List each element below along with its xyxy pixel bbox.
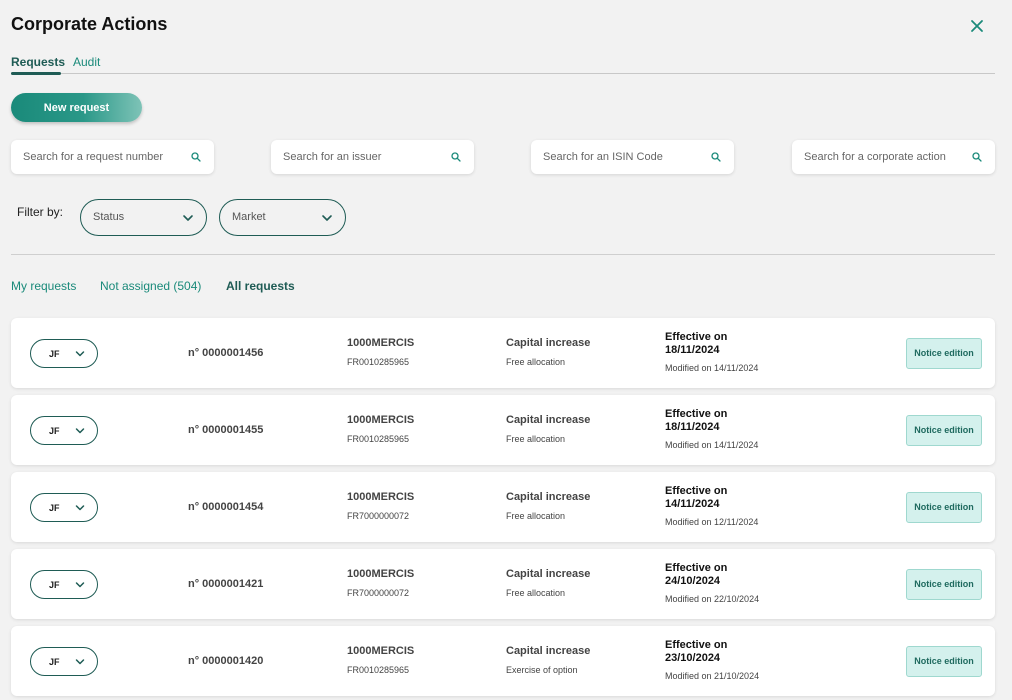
assignee-initials: JF xyxy=(49,580,60,590)
issuer-name: 1000MERCIS xyxy=(347,568,415,580)
subtab-my-requests[interactable]: My requests xyxy=(11,279,76,293)
isin-code: FR7000000072 xyxy=(347,588,410,598)
search-icon[interactable] xyxy=(972,152,982,162)
tab-bar: Requests Audit xyxy=(11,55,995,75)
issuer-name: 1000MERCIS xyxy=(347,337,415,349)
status-badge: Notice edition xyxy=(906,569,982,600)
assignee-select[interactable]: JF xyxy=(30,493,98,522)
effective-label: Effective on xyxy=(665,485,728,497)
status-filter-value: Status xyxy=(93,211,125,223)
page-title: Corporate Actions xyxy=(11,14,168,34)
divider xyxy=(11,254,995,255)
subtab-not-assigned[interactable]: Not assigned (504) xyxy=(100,279,201,293)
assignee-initials: JF xyxy=(49,503,60,513)
request-number: n° 0000001456 xyxy=(188,347,264,359)
issuer-name: 1000MERCIS xyxy=(347,491,415,503)
effective-label: Effective on xyxy=(665,408,728,420)
new-request-button[interactable]: New request xyxy=(11,93,142,122)
isin-code: FR0010285965 xyxy=(347,357,410,367)
request-row[interactable]: JF n° 0000001421 1000MERCIS FR7000000072… xyxy=(11,549,995,619)
chevron-down-icon xyxy=(75,351,85,357)
search-icon[interactable] xyxy=(451,152,461,162)
chevron-down-icon xyxy=(75,428,85,434)
chevron-down-icon xyxy=(75,659,85,665)
market-filter-value: Market xyxy=(232,211,266,223)
market-filter-select[interactable]: Market xyxy=(219,199,346,236)
action-subtype: Free allocation xyxy=(506,434,566,444)
request-row[interactable]: JF n° 0000001420 1000MERCIS FR0010285965… xyxy=(11,626,995,696)
corporate-action-search-input[interactable] xyxy=(792,140,962,174)
assignee-initials: JF xyxy=(49,349,60,359)
status-badge: Notice edition xyxy=(906,415,982,446)
action-type: Capital increase xyxy=(506,568,591,580)
isin-search xyxy=(531,140,734,174)
request-number: n° 0000001455 xyxy=(188,424,264,436)
request-number-search xyxy=(11,140,214,174)
action-subtype: Free allocation xyxy=(506,357,566,367)
corporate-action-search xyxy=(792,140,995,174)
assignee-select[interactable]: JF xyxy=(30,647,98,676)
effective-label: Effective on xyxy=(665,331,728,343)
chevron-down-icon xyxy=(75,505,85,511)
request-number-search-input[interactable] xyxy=(11,140,181,174)
assignee-select[interactable]: JF xyxy=(30,339,98,368)
action-type: Capital increase xyxy=(506,491,591,503)
modified-date: Modified on 21/10/2024 xyxy=(665,671,760,681)
issuer-search xyxy=(271,140,474,174)
request-number: n° 0000001421 xyxy=(188,578,264,590)
status-filter-select[interactable]: Status xyxy=(80,199,207,236)
filter-label: Filter by: xyxy=(17,205,64,219)
close-icon xyxy=(971,20,983,32)
chevron-down-icon xyxy=(183,215,193,221)
active-tab-indicator xyxy=(11,72,61,75)
modified-date: Modified on 14/11/2024 xyxy=(665,440,759,450)
status-badge: Notice edition xyxy=(906,646,982,677)
action-type: Capital increase xyxy=(506,645,591,657)
effective-label: Effective on xyxy=(665,639,728,651)
issuer-search-input[interactable] xyxy=(271,140,441,174)
action-subtype: Exercise of option xyxy=(506,665,578,675)
request-row[interactable]: JF n° 0000001455 1000MERCIS FR0010285965… xyxy=(11,395,995,465)
assignee-select[interactable]: JF xyxy=(30,416,98,445)
action-subtype: Free allocation xyxy=(506,588,566,598)
issuer-name: 1000MERCIS xyxy=(347,645,415,657)
request-row[interactable]: JF n° 0000001456 1000MERCIS FR0010285965… xyxy=(11,318,995,388)
request-row[interactable]: JF n° 0000001454 1000MERCIS FR7000000072… xyxy=(11,472,995,542)
status-badge: Notice edition xyxy=(906,338,982,369)
status-badge: Notice edition xyxy=(906,492,982,523)
action-subtype: Free allocation xyxy=(506,511,566,521)
request-number: n° 0000001420 xyxy=(188,655,264,667)
isin-code: FR0010285965 xyxy=(347,434,410,444)
search-icon[interactable] xyxy=(711,152,721,162)
effective-date: 23/10/2024 xyxy=(665,652,721,664)
effective-date: 18/11/2024 xyxy=(665,344,720,356)
assignee-initials: JF xyxy=(49,657,60,667)
isin-code: FR0010285965 xyxy=(347,665,410,675)
effective-date: 24/10/2024 xyxy=(665,575,721,587)
request-number: n° 0000001454 xyxy=(188,501,264,513)
search-icon[interactable] xyxy=(191,152,201,162)
issuer-name: 1000MERCIS xyxy=(347,414,415,426)
tab-audit[interactable]: Audit xyxy=(73,55,100,69)
effective-label: Effective on xyxy=(665,562,728,574)
chevron-down-icon xyxy=(75,582,85,588)
subtab-all-requests[interactable]: All requests xyxy=(226,279,295,293)
isin-search-input[interactable] xyxy=(531,140,701,174)
close-button[interactable] xyxy=(968,17,986,35)
chevron-down-icon xyxy=(322,215,332,221)
isin-code: FR7000000072 xyxy=(347,511,410,521)
modified-date: Modified on 14/11/2024 xyxy=(665,363,759,373)
tab-requests[interactable]: Requests xyxy=(11,55,65,69)
action-type: Capital increase xyxy=(506,337,591,349)
modified-date: Modified on 12/11/2024 xyxy=(665,517,759,527)
effective-date: 18/11/2024 xyxy=(665,421,720,433)
modified-date: Modified on 22/10/2024 xyxy=(665,594,760,604)
assignee-initials: JF xyxy=(49,426,60,436)
effective-date: 14/11/2024 xyxy=(665,498,720,510)
action-type: Capital increase xyxy=(506,414,591,426)
assignee-select[interactable]: JF xyxy=(30,570,98,599)
